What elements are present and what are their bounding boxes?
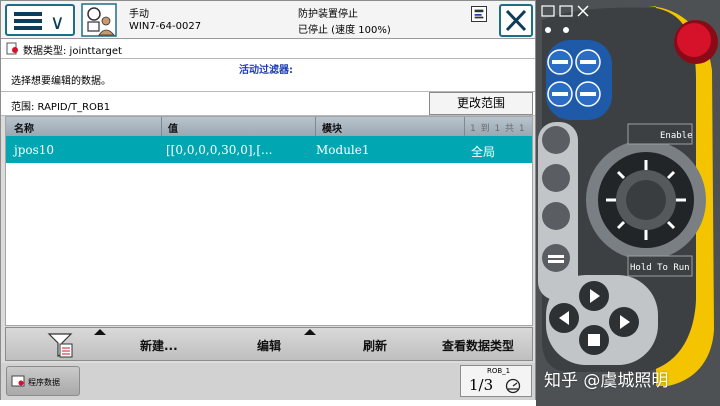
table-header: 名称 值 模块 1 到 1 共 1 [6,117,532,136]
close-button[interactable] [499,4,533,37]
new-menu-arrow-icon [94,329,106,335]
column-divider [464,117,465,136]
table-row[interactable]: jpos10 [[0,0,0,0,30,0],[... Module1 全局 [6,136,532,163]
menu-icon [14,12,42,30]
data-type-label: 数据类型: jointtarget [23,46,122,57]
column-header-value[interactable]: 值 [168,120,178,135]
operation-mode: 手动 [129,9,149,20]
run-buttons[interactable] [546,275,658,365]
robot-name: ROB_1 [487,367,511,375]
chevron-down-icon: ∨ [50,10,65,34]
flexpendant-screen: ∨ 手动 WIN7-64-0027 防护装置停止 已停止 (速度 100%) 数… [0,0,536,400]
change-scope-button[interactable]: 更改范围 [429,92,533,115]
cell-value: [[0,0,0,0,30,0],[... [166,143,273,157]
status-bar: ∨ 手动 WIN7-64-0027 防护装置停止 已停止 (速度 100%) [1,1,535,39]
program-data-task-label: 程序数据 [28,378,60,387]
speed-icon [505,378,521,394]
edit-menu-arrow-icon [304,329,316,335]
column-divider [315,117,316,136]
taskbar: 程序数据 ROB_1 1/3 [1,363,535,400]
edit-button[interactable]: 编辑 [257,337,281,354]
robot-status-button[interactable]: ROB_1 1/3 [460,365,532,397]
program-state: 已停止 (速度 100%) [298,25,391,36]
guard-stop-status: 防护装置停止 [298,9,358,20]
pendant-hardware: Enable Hold To Run [536,0,720,406]
abb-menu-button[interactable]: ∨ [5,4,75,36]
command-bar: 新建... 编辑 刷新 查看数据类型 [5,327,533,361]
program-data-icon [11,375,25,387]
instruction-text: 选择想要编辑的数据。 [11,76,111,87]
data-table: 名称 值 模块 1 到 1 共 1 jpos10 [[0,0,0,0,30,0]… [5,116,533,326]
column-header-module[interactable]: 模块 [322,120,342,135]
refresh-button[interactable]: 刷新 [363,337,387,354]
datatype-header: 数据类型: jointtarget [1,39,535,59]
instruction-panel: 活动过滤器: 选择想要编辑的数据。 [1,59,535,92]
controller-name: WIN7-64-0027 [129,21,202,32]
column-divider [161,117,162,136]
program-data-task-button[interactable]: 程序数据 [6,366,80,396]
row-pager: 1 到 1 共 1 [470,124,526,134]
mechanical-unit-keys[interactable] [538,122,578,300]
column-header-name[interactable]: 名称 [14,120,34,135]
joystick[interactable] [586,140,706,260]
programmable-keys[interactable] [546,40,612,120]
enable-label: Enable [660,131,693,141]
filter-icon[interactable] [46,332,74,358]
cell-module: Module1 [316,143,370,157]
active-filter-label: 活动过滤器: [239,65,293,76]
increment-fraction: 1/3 [469,376,494,394]
quickset-icon[interactable] [471,6,487,22]
scope-bar: 范围: RAPID/T_ROB1 更改范围 [1,92,535,116]
scope-label: 范围: RAPID/T_ROB1 [11,102,111,113]
data-type-icon [6,42,18,55]
operator-status-icon[interactable] [81,3,117,37]
watermark: 知乎 @虞城照明 [544,371,669,391]
view-datatype-button[interactable]: 查看数据类型 [442,337,514,354]
hold-to-run-label: Hold To Run [630,263,690,273]
cell-name: jpos10 [14,143,55,157]
cell-scope: 全局 [471,145,496,159]
close-icon [505,9,527,32]
new-button[interactable]: 新建... [140,337,178,354]
